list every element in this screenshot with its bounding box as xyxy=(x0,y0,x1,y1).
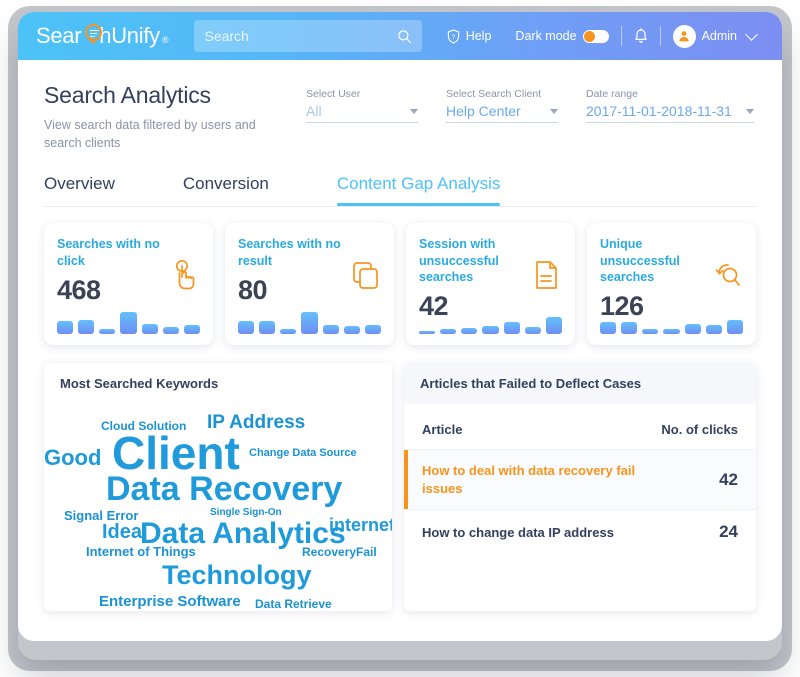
kpi-card-unique-unsuccessful-searches[interactable]: Unique unsuccessful searches 126 xyxy=(587,223,756,346)
global-search-box[interactable] xyxy=(194,20,423,52)
analytics-panels: Most Searched Keywords Cloud Solution IP… xyxy=(18,345,782,612)
page-subtitle: View search data filtered by users and s… xyxy=(44,118,256,151)
search-icon[interactable] xyxy=(397,29,412,44)
kpi-title: Unique unsuccessful searches xyxy=(600,237,680,284)
user-menu[interactable]: Admin xyxy=(661,24,768,48)
click-touch-icon xyxy=(175,260,195,290)
filter-date-range[interactable]: Date range 2017-11-01-2018-11-31 xyxy=(586,88,754,152)
kpi-sparkline xyxy=(57,312,200,335)
filter-select-user[interactable]: Select User All xyxy=(306,88,418,152)
word-cloud-item[interactable]: Data Retrieve xyxy=(255,598,332,610)
chevron-down-icon[interactable] xyxy=(746,108,754,114)
column-header-clicks: No. of clicks xyxy=(661,422,738,438)
kpi-title: Searches with no result xyxy=(238,237,341,268)
bell-icon xyxy=(634,28,647,43)
word-cloud-item[interactable]: Technology xyxy=(162,562,312,589)
svg-text:?: ? xyxy=(451,33,455,40)
kpi-title: Session with unsuccessful searches xyxy=(419,237,499,284)
app-logo[interactable]: Sear hUnify ® xyxy=(36,23,168,49)
page-header: Search Analytics View search data filter… xyxy=(18,60,782,152)
search-input[interactable] xyxy=(204,28,398,44)
filter-value: Help Center xyxy=(446,103,521,119)
top-bar-actions: ? Help Dark mode Admin xyxy=(435,24,768,48)
kpi-sparkline xyxy=(600,312,743,335)
copy-layers-icon xyxy=(353,262,378,290)
chevron-down-icon[interactable] xyxy=(745,27,758,41)
avatar-icon xyxy=(679,31,689,42)
panel-title: Articles that Failed to Deflect Cases xyxy=(404,363,756,405)
filter-label: Date range xyxy=(586,88,638,100)
word-cloud-item[interactable]: RecoveryFail xyxy=(302,546,377,558)
kpi-title: Searches with no click xyxy=(57,237,160,268)
word-cloud-item[interactable]: Data Recovery xyxy=(106,472,342,506)
filter-bar: Select User All Select Search Client Hel… xyxy=(306,82,754,152)
kpi-card-searches-no-click[interactable]: Searches with no click 468 xyxy=(44,223,213,346)
article-clicks: 42 xyxy=(719,469,738,489)
tab-bar: Overview Conversion Content Gap Analysis xyxy=(18,152,782,207)
word-cloud-item[interactable]: Internet of Things xyxy=(86,545,196,558)
filter-control[interactable]: Help Center xyxy=(446,103,558,123)
kpi-card-searches-no-result[interactable]: Searches with no result 80 xyxy=(225,223,394,346)
top-navigation-bar: Sear hUnify ® ? Help Dark xyxy=(18,12,782,60)
tab-overview[interactable]: Overview xyxy=(44,174,115,206)
kpi-card-row: Searches with no click 468 Searches with… xyxy=(18,207,782,346)
page-title: Search Analytics xyxy=(44,82,211,108)
word-cloud-item[interactable]: Enterprise Software xyxy=(99,594,241,609)
filter-control[interactable]: All xyxy=(306,103,418,123)
panel-most-searched-keywords: Most Searched Keywords Cloud Solution IP… xyxy=(44,363,392,612)
logo-text-prefix: Sear xyxy=(36,23,82,48)
dark-mode-label: Dark mode xyxy=(515,29,577,43)
tab-conversion[interactable]: Conversion xyxy=(183,174,269,206)
article-clicks: 24 xyxy=(719,522,738,542)
document-icon xyxy=(536,261,557,290)
search-refresh-icon xyxy=(715,264,740,287)
table-row[interactable]: How to change data IP address 24 xyxy=(404,509,756,554)
filter-select-search-client[interactable]: Select Search Client Help Center xyxy=(446,88,558,152)
filter-value: All xyxy=(306,103,322,119)
dark-mode-control[interactable]: Dark mode xyxy=(503,29,620,43)
article-name: How to change data IP address xyxy=(422,524,614,540)
filter-control[interactable]: 2017-11-01-2018-11-31 xyxy=(586,103,754,123)
logo-lines-icon xyxy=(90,30,99,38)
user-label: Admin xyxy=(701,29,737,43)
notifications-button[interactable] xyxy=(622,28,660,44)
chevron-down-icon[interactable] xyxy=(550,108,558,114)
panel-title: Most Searched Keywords xyxy=(44,363,392,405)
kpi-card-session-unsuccessful-searches[interactable]: Session with unsuccessful searches 42 xyxy=(406,223,575,346)
filter-label: Select User xyxy=(306,88,361,100)
column-header-article: Article xyxy=(422,422,463,438)
page-title-block: Search Analytics View search data filter… xyxy=(44,82,306,152)
logo-magnifier-icon xyxy=(85,24,102,41)
word-cloud: Cloud Solution IP Address Good Client Ch… xyxy=(44,404,392,610)
avatar xyxy=(672,24,696,48)
article-name: How to deal with data recovery fail issu… xyxy=(422,463,636,496)
word-cloud-item[interactable]: Idea xyxy=(102,522,142,542)
logo-text-suffix: hUnify xyxy=(99,23,160,48)
word-cloud-item[interactable]: Good xyxy=(44,447,101,469)
filter-value: 2017-11-01-2018-11-31 xyxy=(586,103,732,119)
app-window: Sear hUnify ® ? Help Dark xyxy=(18,12,782,641)
logo-registered-mark: ® xyxy=(161,35,169,45)
word-cloud-item[interactable]: Change Data Source xyxy=(249,448,357,459)
dark-mode-toggle[interactable] xyxy=(582,29,609,43)
table-header-row: Article No. of clicks xyxy=(404,404,756,449)
shield-question-icon: ? xyxy=(447,28,459,44)
help-label: Help xyxy=(465,29,492,43)
chevron-down-icon[interactable] xyxy=(410,108,418,114)
help-button[interactable]: ? Help xyxy=(435,28,504,44)
tab-content-gap-analysis[interactable]: Content Gap Analysis xyxy=(336,174,501,207)
filter-label: Select Search Client xyxy=(446,88,542,100)
panel-articles-failed-to-deflect: Articles that Failed to Deflect Cases Ar… xyxy=(404,363,756,612)
kpi-sparkline xyxy=(419,312,562,335)
table-row[interactable]: How to deal with data recovery fail issu… xyxy=(404,449,756,510)
kpi-sparkline xyxy=(238,312,381,335)
